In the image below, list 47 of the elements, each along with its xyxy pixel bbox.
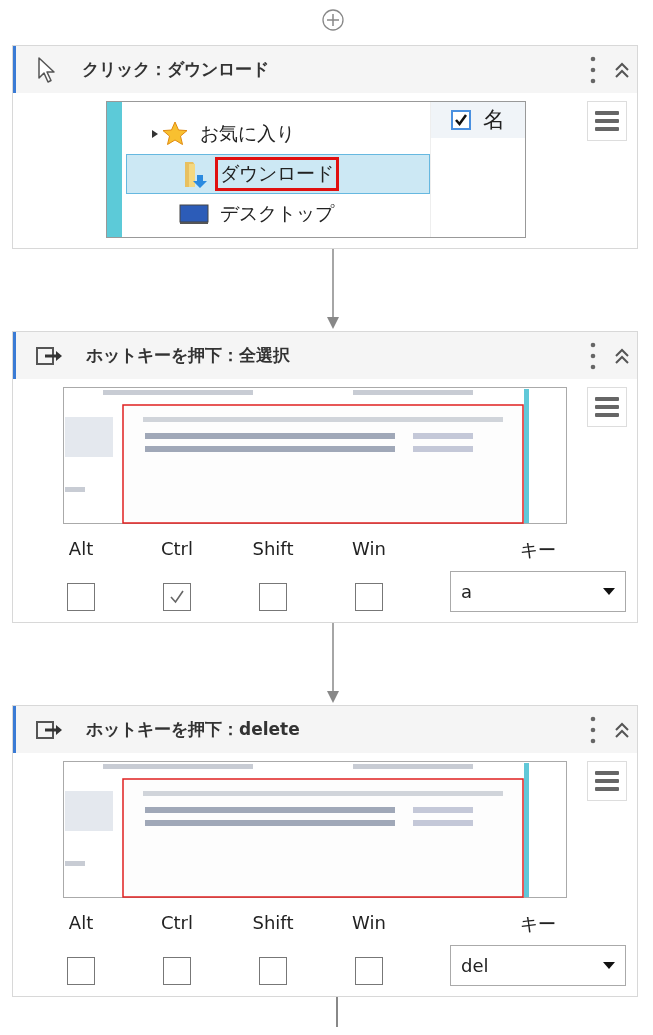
modifier-checkbox[interactable]	[259, 957, 287, 985]
activity-title: ホットキーを押下：全選択	[86, 344, 291, 367]
modifier-label: Alt	[68, 912, 94, 935]
modifier-checkbox[interactable]	[355, 957, 383, 985]
more-icon[interactable]	[589, 340, 597, 371]
modifier-label: Alt	[68, 538, 94, 561]
modifier-checkbox[interactable]	[355, 583, 383, 611]
column-header: 名	[483, 106, 505, 134]
activity-header[interactable]: ホットキーを押下：delete	[13, 706, 637, 753]
key-arrow-icon	[36, 718, 64, 741]
modifier-label: Shift	[252, 912, 294, 935]
modifier-checkbox[interactable]	[163, 957, 191, 985]
add-icon[interactable]	[321, 9, 344, 31]
modifier-label: Ctrl	[161, 538, 193, 561]
more-icon[interactable]	[589, 714, 597, 745]
modifier-label: Win	[352, 538, 386, 561]
modifier-checkbox[interactable]	[163, 583, 191, 611]
modifier-label: Shift	[252, 538, 294, 561]
menu-icon	[595, 396, 619, 418]
monitor-icon	[179, 203, 209, 225]
star-icon	[149, 121, 189, 147]
menu-button[interactable]	[587, 101, 627, 141]
activity-title: クリック：ダウンロード	[82, 58, 270, 81]
more-icon[interactable]	[589, 54, 597, 85]
activity-header[interactable]: ホットキーを押下：全選択	[13, 332, 637, 379]
key-arrow-icon	[36, 344, 64, 367]
activity-header[interactable]: クリック：ダウンロード	[13, 46, 637, 93]
tree-label: デスクトップ	[219, 201, 336, 226]
dropdown-arrow-icon	[603, 588, 615, 595]
key-dropdown[interactable]: del	[450, 945, 626, 986]
menu-icon	[595, 770, 619, 792]
tree-label: お気に入り	[199, 121, 296, 146]
modifier-checkbox[interactable]	[259, 583, 287, 611]
key-label: キー	[520, 912, 556, 936]
dropdown-arrow-icon	[603, 962, 615, 969]
menu-button[interactable]	[587, 387, 627, 427]
menu-icon	[595, 110, 619, 132]
modifier-label: Win	[352, 912, 386, 935]
activity-title: ホットキーを押下：delete	[86, 718, 301, 741]
menu-button[interactable]	[587, 761, 627, 801]
key-label: キー	[520, 538, 556, 562]
folder-icon	[183, 159, 209, 189]
tree-label: ダウンロード	[215, 157, 339, 191]
key-dropdown[interactable]: a	[450, 571, 626, 612]
modifier-label: Ctrl	[161, 912, 193, 935]
modifier-checkbox[interactable]	[67, 957, 95, 985]
modifier-checkbox[interactable]	[67, 583, 95, 611]
